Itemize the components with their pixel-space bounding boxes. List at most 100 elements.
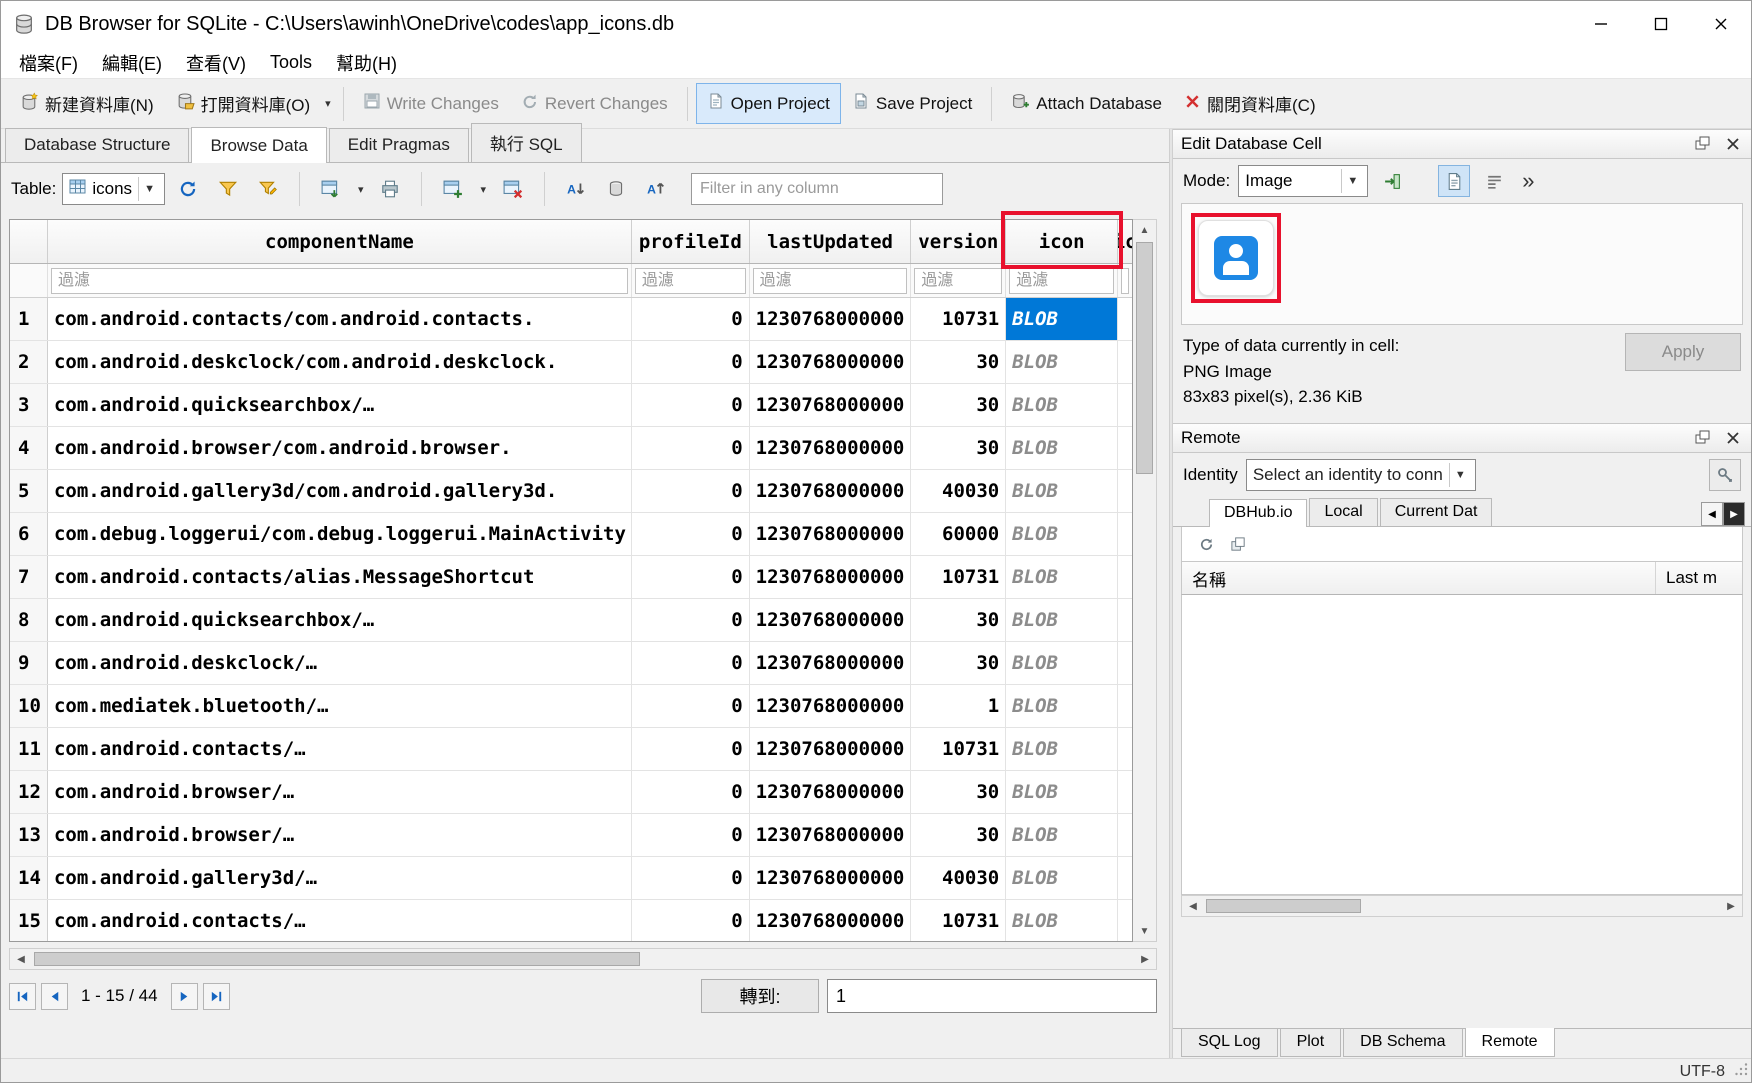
menu-view[interactable]: 查看(V) (174, 46, 258, 80)
row-number[interactable]: 2 (10, 341, 48, 383)
cell-clipped[interactable] (1118, 556, 1132, 598)
header-corner[interactable] (10, 220, 48, 263)
menu-file[interactable]: 檔案(F) (7, 46, 90, 80)
cell-clipped[interactable] (1118, 857, 1132, 899)
cell-lastupdated[interactable]: 1230768000000 (750, 298, 912, 340)
cell-componentname[interactable]: com.android.contacts/… (48, 728, 632, 770)
save-project-button[interactable]: Save Project (841, 83, 983, 124)
tab-database-structure[interactable]: Database Structure (5, 128, 189, 162)
import-data-button[interactable] (1376, 165, 1408, 197)
row-number[interactable]: 10 (10, 685, 48, 727)
cell-profileid[interactable]: 0 (632, 513, 750, 555)
cell-version[interactable]: 10731 (911, 900, 1006, 942)
insert-record-dropdown-icon[interactable]: ▾ (476, 183, 490, 196)
cell-clipped[interactable] (1118, 298, 1132, 340)
goto-button[interactable]: 轉到: (701, 979, 819, 1013)
cell-lastupdated[interactable]: 1230768000000 (750, 857, 912, 899)
float-panel-icon[interactable] (1693, 428, 1713, 448)
maximize-button[interactable] (1631, 1, 1691, 47)
horizontal-scrollbar[interactable]: ◀ ▶ (9, 948, 1157, 970)
apply-button[interactable]: Apply (1625, 333, 1741, 371)
cell-profileid[interactable]: 0 (632, 857, 750, 899)
horizontal-scrollbar-thumb[interactable] (34, 952, 640, 966)
cell-clipped[interactable] (1118, 513, 1132, 555)
tab-edit-pragmas[interactable]: Edit Pragmas (329, 128, 469, 162)
cell-version[interactable]: 30 (911, 599, 1006, 641)
cell-clipped[interactable] (1118, 599, 1132, 641)
row-number[interactable]: 3 (10, 384, 48, 426)
cell-componentname[interactable]: com.android.quicksearchbox/… (48, 599, 632, 641)
row-number[interactable]: 9 (10, 642, 48, 684)
cell-lastupdated[interactable]: 1230768000000 (750, 900, 912, 942)
cell-icon-blob[interactable]: BLOB (1006, 900, 1118, 942)
cell-clipped[interactable] (1118, 470, 1132, 512)
new-database-button[interactable]: 新建資料庫(N) (9, 82, 165, 125)
remote-clone-icon[interactable] (1228, 534, 1248, 554)
row-number[interactable]: 4 (10, 427, 48, 469)
word-wrap-button[interactable] (1478, 165, 1510, 197)
cell-profileid[interactable]: 0 (632, 341, 750, 383)
cell-clipped[interactable] (1118, 685, 1132, 727)
first-record-button[interactable] (9, 983, 36, 1010)
cell-componentname[interactable]: com.android.browser/… (48, 814, 632, 856)
tab-scroll-right-icon[interactable]: ▶ (1723, 502, 1745, 526)
remote-scrollbar-thumb[interactable] (1206, 899, 1361, 913)
cell-icon-blob[interactable]: BLOB (1006, 470, 1118, 512)
cell-profileid[interactable]: 0 (632, 599, 750, 641)
cell-componentname[interactable]: com.android.browser/com.android.browser. (48, 427, 632, 469)
float-panel-icon[interactable] (1693, 134, 1713, 154)
row-number[interactable]: 6 (10, 513, 48, 555)
tab-db-schema[interactable]: DB Schema (1343, 1029, 1462, 1057)
cell-version[interactable]: 40030 (911, 470, 1006, 512)
scroll-right-icon[interactable]: ▶ (1720, 896, 1742, 916)
insert-record-button[interactable] (436, 172, 470, 206)
cell-icon-blob[interactable]: BLOB (1006, 427, 1118, 469)
cell-icon-blob[interactable]: BLOB (1006, 771, 1118, 813)
filter-input-componentname[interactable]: 過濾 (51, 268, 628, 294)
cell-componentname[interactable]: com.android.gallery3d/com.android.galler… (48, 470, 632, 512)
column-header-icon[interactable]: icon (1006, 220, 1118, 263)
cell-lastupdated[interactable]: 1230768000000 (750, 427, 912, 469)
cell-lastupdated[interactable]: 1230768000000 (750, 513, 912, 555)
cell-icon-blob[interactable]: BLOB (1006, 599, 1118, 641)
filter-input-profileid[interactable]: 過濾 (635, 268, 746, 294)
open-database-button[interactable]: 打開資料庫(O) (165, 82, 322, 125)
remote-horizontal-scrollbar[interactable]: ◀ ▶ (1181, 895, 1743, 917)
column-header-clipped[interactable]: ic (1118, 220, 1132, 263)
cell-componentname[interactable]: com.android.gallery3d/… (48, 857, 632, 899)
cell-lastupdated[interactable]: 1230768000000 (750, 771, 912, 813)
cell-clipped[interactable] (1118, 900, 1132, 942)
column-header-profileid[interactable]: profileId (632, 220, 750, 263)
menu-tools[interactable]: Tools (258, 48, 324, 77)
mode-select[interactable]: Image ▼ (1238, 165, 1368, 197)
row-number[interactable]: 8 (10, 599, 48, 641)
column-header-version[interactable]: version (911, 220, 1006, 263)
cell-lastupdated[interactable]: 1230768000000 (750, 470, 912, 512)
save-results-dropdown-icon[interactable]: ▾ (354, 183, 368, 196)
close-database-button[interactable]: 關閉資料庫(C) (1173, 82, 1327, 125)
sort-asc-button[interactable]: A (559, 172, 593, 206)
tab-plot[interactable]: Plot (1280, 1029, 1342, 1057)
cell-profileid[interactable]: 0 (632, 900, 750, 942)
remote-column-name[interactable]: 名稱 (1182, 562, 1656, 594)
cell-componentname[interactable]: com.android.browser/… (48, 771, 632, 813)
row-number[interactable]: 14 (10, 857, 48, 899)
delete-record-button[interactable] (496, 172, 530, 206)
save-results-button[interactable] (314, 172, 348, 206)
revert-changes-button[interactable]: Revert Changes (510, 83, 679, 124)
cell-profileid[interactable]: 0 (632, 470, 750, 512)
cell-lastupdated[interactable]: 1230768000000 (750, 341, 912, 383)
row-number[interactable]: 7 (10, 556, 48, 598)
cell-clipped[interactable] (1118, 384, 1132, 426)
table-select[interactable]: icons ▼ (62, 173, 165, 205)
cell-componentname[interactable]: com.android.deskclock/com.android.deskcl… (48, 341, 632, 383)
filter-any-column-input[interactable] (691, 173, 943, 205)
resize-grip[interactable] (1735, 1063, 1749, 1082)
cell-componentname[interactable]: com.mediatek.bluetooth/… (48, 685, 632, 727)
remote-refresh-icon[interactable] (1196, 534, 1216, 554)
overflow-menu-icon[interactable]: » (1522, 168, 1534, 194)
row-number[interactable]: 15 (10, 900, 48, 942)
scroll-down-icon[interactable]: ▼ (1133, 921, 1156, 941)
scroll-left-icon[interactable]: ◀ (10, 949, 32, 969)
cell-profileid[interactable]: 0 (632, 556, 750, 598)
